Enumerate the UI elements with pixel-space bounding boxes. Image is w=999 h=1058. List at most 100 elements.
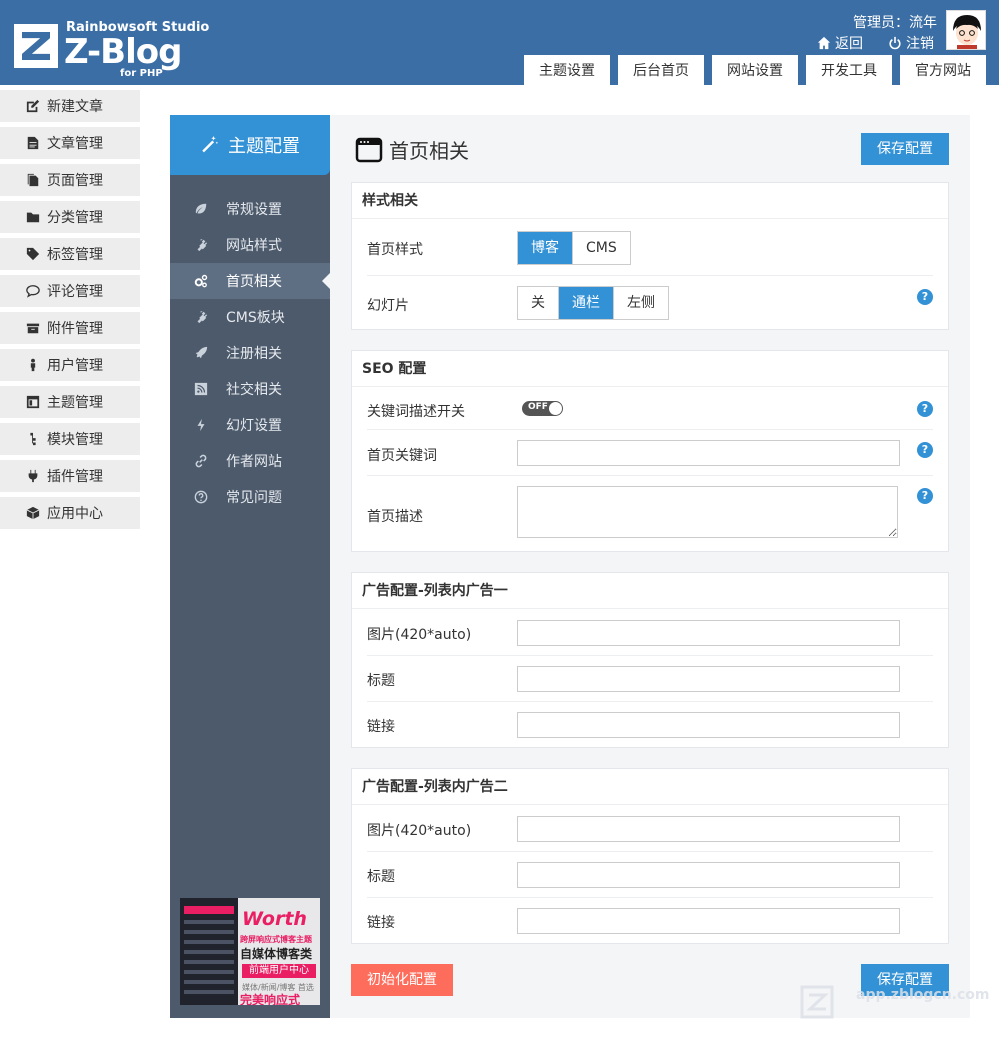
slide-option-left[interactable]: 左侧 xyxy=(613,287,668,319)
menu-label: 用户管理 xyxy=(47,358,103,374)
slide-option-full-width[interactable]: 通栏 xyxy=(558,287,613,319)
menu-theme-manage[interactable]: 主题管理 xyxy=(0,386,140,418)
ad-two-link-input[interactable] xyxy=(517,908,900,934)
ad-two-image-row: 图片(420*auto) xyxy=(367,806,933,852)
browser-window-icon xyxy=(355,137,383,162)
sidenav-item-author-site[interactable]: 作者网站 xyxy=(170,443,330,479)
ad-one-image-input[interactable] xyxy=(517,620,900,646)
home-description-label: 首页描述 xyxy=(367,509,423,525)
help-icon[interactable]: ? xyxy=(917,488,933,504)
menu-tag-manage[interactable]: 标签管理 xyxy=(0,238,140,270)
reset-config-button[interactable]: 初始化配置 xyxy=(351,964,453,996)
menu-label: 附件管理 xyxy=(47,321,103,337)
admin-name: 管理员：流年 xyxy=(853,15,937,31)
zblog-logo[interactable]: Rainbowsoft Studio Z-Blog for PHP xyxy=(12,20,209,82)
top-tab-admin-home[interactable]: 后台首页 xyxy=(618,55,704,85)
style-section: 样式相关 首页样式 博客 CMS 幻灯片 关 通栏 左侧 ? xyxy=(351,182,949,330)
section-heading: 广告配置-列表内广告二 xyxy=(352,769,948,805)
sidenav-item-site-style[interactable]: 网站样式 xyxy=(170,227,330,263)
ad-one-link-input[interactable] xyxy=(517,712,900,738)
theme-config-container: 主题配置 常规设置 网站样式 首页相关 CMS板块 注册相关 社交相关 幻灯设置… xyxy=(170,115,970,1018)
cogs-icon xyxy=(194,274,208,288)
rss-icon xyxy=(194,382,208,396)
sidenav-item-cms-block[interactable]: CMS板块 xyxy=(170,299,330,335)
menu-label: 主题管理 xyxy=(47,395,103,411)
menu-label: 分类管理 xyxy=(47,210,103,226)
sidenav-item-label: CMS板块 xyxy=(226,310,285,326)
home-description-row: 首页描述 ? xyxy=(367,476,933,552)
z-logo-icon xyxy=(14,24,58,68)
menu-new-article[interactable]: 新建文章 xyxy=(0,90,140,122)
ad-one-link-label: 链接 xyxy=(367,719,395,735)
sidenav-item-label: 首页相关 xyxy=(226,274,282,290)
sidenav-item-slides[interactable]: 幻灯设置 xyxy=(170,407,330,443)
ad-one-section: 广告配置-列表内广告一 图片(420*auto) 标题 链接 xyxy=(351,572,949,748)
sidenav-item-label: 网站样式 xyxy=(226,238,282,254)
leaf-icon xyxy=(195,203,207,214)
home-icon xyxy=(817,36,831,50)
sidenav-item-faq[interactable]: 常见问题 xyxy=(170,479,330,515)
home-style-option-cms[interactable]: CMS xyxy=(572,232,630,264)
left-menu: 新建文章 文章管理 页面管理 分类管理 标签管理 评论管理 附件管理 用户管理 … xyxy=(0,90,140,534)
back-link[interactable]: 返回 xyxy=(817,33,863,53)
sidenav-item-label: 幻灯设置 xyxy=(226,418,282,434)
sidenav-item-social[interactable]: 社交相关 xyxy=(170,371,330,407)
sidenav-item-register[interactable]: 注册相关 xyxy=(170,335,330,371)
section-heading: 样式相关 xyxy=(352,183,948,219)
promo-banner[interactable]: Worth 跨屏响应式博客主题 自媒体博客类 前端用户中心 媒体/新闻/博客 首… xyxy=(180,898,320,1005)
help-icon[interactable]: ? xyxy=(917,289,933,305)
slide-selector: 关 通栏 左侧 xyxy=(517,286,669,320)
top-tabs: 主题设置 后台首页 网站设置 开发工具 官方网站 xyxy=(524,55,986,85)
menu-label: 页面管理 xyxy=(47,173,103,189)
top-tab-dev-tools[interactable]: 开发工具 xyxy=(806,55,892,85)
watermark-text: app.zblogcn.com xyxy=(856,987,990,1003)
slide-option-off[interactable]: 关 xyxy=(518,287,558,319)
logo-name-text: Z-Blog xyxy=(64,32,182,72)
sidenav-item-label: 常见问题 xyxy=(226,490,282,506)
section-heading: SEO 配置 xyxy=(352,351,948,387)
rocket-icon xyxy=(195,346,208,359)
top-tab-theme-settings[interactable]: 主题设置 xyxy=(524,55,610,85)
home-style-option-blog[interactable]: 博客 xyxy=(518,232,572,264)
sidenav-item-label: 作者网站 xyxy=(226,454,282,470)
top-tab-site-settings[interactable]: 网站设置 xyxy=(712,55,798,85)
theme-config-sidenav: 主题配置 常规设置 网站样式 首页相关 CMS板块 注册相关 社交相关 幻灯设置… xyxy=(170,115,330,1018)
ad-one-title-input[interactable] xyxy=(517,666,900,692)
files-icon xyxy=(27,173,39,187)
sidenav-item-home-related[interactable]: 首页相关 xyxy=(170,263,330,299)
top-tab-official-site[interactable]: 官方网站 xyxy=(900,55,986,85)
menu-attachment-manage[interactable]: 附件管理 xyxy=(0,312,140,344)
menu-module-manage[interactable]: 模块管理 xyxy=(0,423,140,455)
help-icon[interactable]: ? xyxy=(917,442,933,458)
save-config-button-top[interactable]: 保存配置 xyxy=(861,133,949,165)
layout-icon xyxy=(26,395,40,409)
bolt-icon xyxy=(197,418,205,432)
menu-app-center[interactable]: 应用中心 xyxy=(0,497,140,529)
sidenav-item-general[interactable]: 常规设置 xyxy=(170,191,330,227)
ad-two-link-row: 链接 xyxy=(367,898,933,944)
logout-link[interactable]: 注销 xyxy=(888,33,934,53)
menu-category-manage[interactable]: 分类管理 xyxy=(0,201,140,233)
menu-user-manage[interactable]: 用户管理 xyxy=(0,349,140,381)
menu-comment-manage[interactable]: 评论管理 xyxy=(0,275,140,307)
home-keywords-input[interactable] xyxy=(517,440,900,466)
seo-section: SEO 配置 关键词描述开关 OFF ? 首页关键词 ? 首页描述 ? xyxy=(351,350,949,552)
ad-one-title-label: 标题 xyxy=(367,673,395,689)
sidenav-item-label: 社交相关 xyxy=(226,382,282,398)
menu-plugin-manage[interactable]: 插件管理 xyxy=(0,460,140,492)
plug-icon xyxy=(197,238,208,252)
ad-two-image-input[interactable] xyxy=(517,816,900,842)
menu-article-manage[interactable]: 文章管理 xyxy=(0,127,140,159)
home-description-textarea[interactable] xyxy=(517,486,898,538)
ad-two-title-input[interactable] xyxy=(517,862,900,888)
promo-title: Worth xyxy=(242,908,307,930)
ad-one-link-row: 链接 xyxy=(367,702,933,748)
home-style-row: 首页样式 博客 CMS xyxy=(367,220,933,276)
menu-page-manage[interactable]: 页面管理 xyxy=(0,164,140,196)
help-icon[interactable]: ? xyxy=(917,401,933,417)
avatar[interactable] xyxy=(946,10,986,50)
promo-line-3: 前端用户中心 xyxy=(242,964,316,978)
question-circle-icon xyxy=(194,490,208,504)
seo-toggle-switch[interactable]: OFF xyxy=(522,401,563,416)
promo-line-5: 完美响应式 xyxy=(240,993,301,1005)
